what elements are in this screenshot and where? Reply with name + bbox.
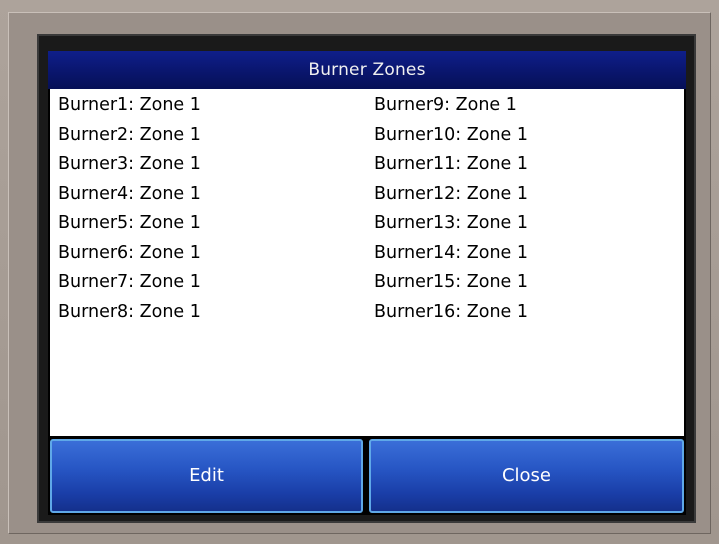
burner-list-item: Burner16: Zone 1 [374,301,529,322]
burner-list-item: Burner5: Zone 1 [58,213,201,233]
burner-list-item: Burner14: Zone 1 [374,242,529,263]
close-button[interactable]: Close [369,439,684,513]
burner-list-item: Burner2: Zone 1 [58,124,201,145]
dialog-title: Burner Zones [48,51,686,89]
burner-list-item: Burner4: Zone 1 [58,183,201,204]
burner-list-item: Burner3: Zone 1 [58,154,201,174]
burner-list-right-column: Burner9: Zone 1 Burner10: Zone 1 Burner1… [374,91,528,327]
burner-list-item: Burner11: Zone 1 [374,154,529,174]
burner-list-item: Burner8: Zone 1 [58,301,201,322]
burner-list-item: Burner15: Zone 1 [374,272,529,292]
burner-list-panel: Burner1: Zone 1 Burner2: Zone 1 Burner3:… [50,89,684,436]
burner-list-item: Burner6: Zone 1 [58,242,201,263]
burner-list-item: Burner1: Zone 1 [58,95,201,115]
device-bezel: Burner Zones Burner1: Zone 1 Burner2: Zo… [0,0,719,544]
burner-list-item: Burner10: Zone 1 [374,124,529,145]
burner-list-item: Burner7: Zone 1 [58,272,201,292]
edit-button[interactable]: Edit [50,439,363,513]
burner-list-item: Burner13: Zone 1 [374,213,529,233]
burner-list-item: Burner9: Zone 1 [374,95,517,115]
burner-list-left-column: Burner1: Zone 1 Burner2: Zone 1 Burner3:… [58,91,201,327]
dialog-button-bar: Edit Close [50,439,684,513]
burner-zones-dialog: Burner Zones Burner1: Zone 1 Burner2: Zo… [48,51,686,515]
burner-list-item: Burner12: Zone 1 [374,183,529,204]
